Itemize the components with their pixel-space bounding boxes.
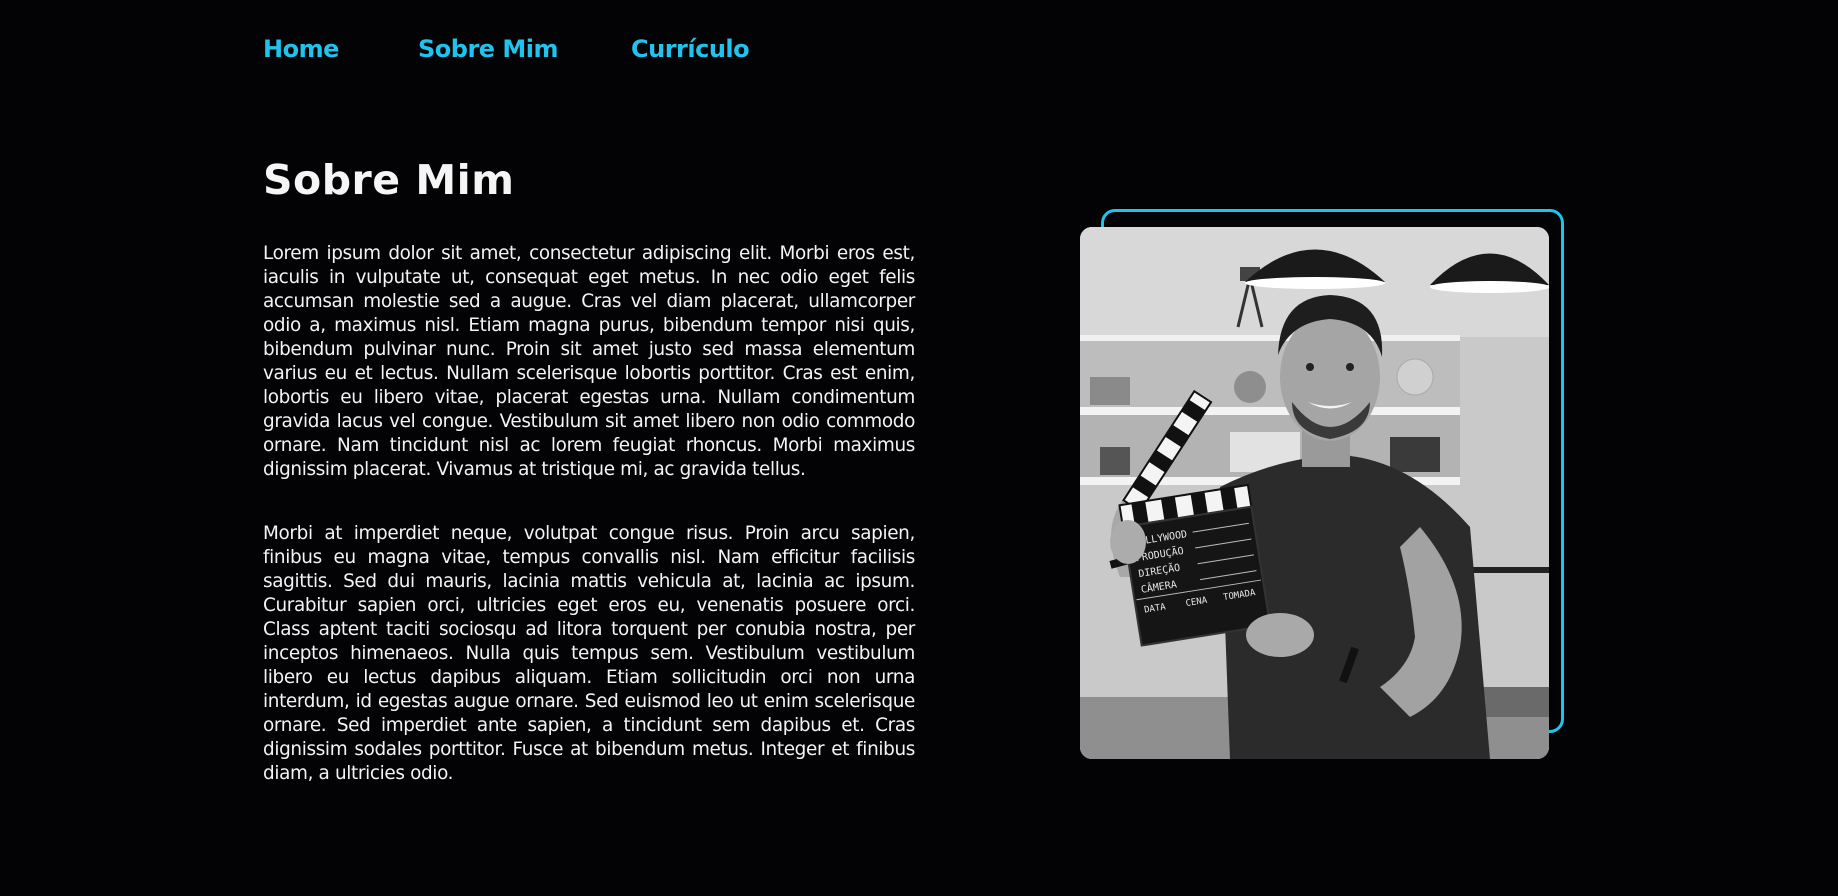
nav-sobre-mim-link[interactable]: Sobre Mim xyxy=(418,34,631,64)
profile-photo-illustration: HOLLYWOOD PRODUÇÃO DIREÇÃO CÂMERA DATA C… xyxy=(1080,227,1549,759)
main-nav: Home Sobre Mim Currículo xyxy=(263,34,771,64)
nav-home-link[interactable]: Home xyxy=(263,34,418,64)
about-paragraph-1: Lorem ipsum dolor sit amet, consectetur … xyxy=(263,243,915,480)
nav-curriculo-link[interactable]: Currículo xyxy=(631,34,771,64)
about-paragraph-2: Morbi at imperdiet neque, volutpat congu… xyxy=(263,523,915,784)
about-text: Lorem ipsum dolor sit amet, consectetur … xyxy=(263,242,915,786)
profile-photo-container: HOLLYWOOD PRODUÇÃO DIREÇÃO CÂMERA DATA C… xyxy=(1080,209,1568,759)
page-title: Sobre Mim xyxy=(263,156,515,204)
profile-photo: HOLLYWOOD PRODUÇÃO DIREÇÃO CÂMERA DATA C… xyxy=(1080,227,1549,759)
